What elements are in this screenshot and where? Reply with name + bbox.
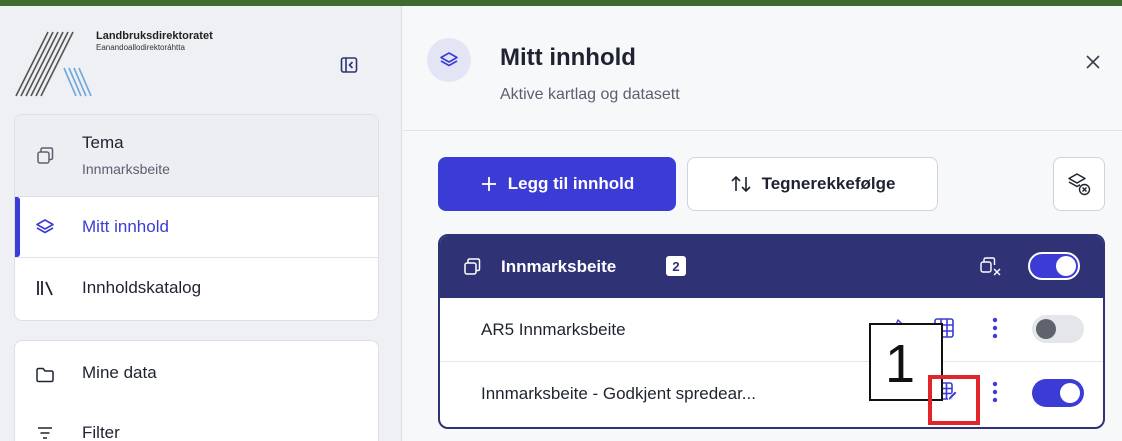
annotation-highlight — [928, 375, 980, 425]
draw-order-button[interactable]: Tegnerekkefølge — [687, 157, 938, 211]
sidebar-item-label: Mitt innhold — [82, 217, 169, 236]
more-options-button[interactable] — [983, 380, 1007, 404]
more-options-button[interactable] — [983, 316, 1007, 340]
sidebar-collapse-icon — [340, 57, 358, 73]
logo-subtitle: Eanandoallodirektoráhtta — [96, 43, 185, 52]
data-card: Mine data Filter — [14, 340, 379, 441]
sidebar: Landbruksdirektoratet Eanandoallodirekto… — [0, 6, 402, 441]
sidebar-item-mitt-innhold[interactable]: Mitt innhold — [15, 197, 378, 257]
theme-label: Tema — [82, 133, 124, 152]
clear-layers-button[interactable] — [1053, 157, 1105, 211]
theme-icon — [35, 145, 55, 165]
layer-group: Innmarksbeite 2 AR5 Innmarksbeite Innmar… — [438, 234, 1105, 429]
content-panel: Mitt innhold Aktive kartlag og datasett … — [403, 6, 1122, 441]
layers-icon — [427, 38, 471, 82]
app-window: Landbruksdirektoratet Eanandoallodirekto… — [0, 6, 1122, 441]
kebab-menu-icon — [992, 381, 998, 403]
filter-icon — [35, 423, 55, 441]
layers-clear-icon — [1068, 173, 1091, 196]
close-button[interactable] — [1081, 50, 1105, 74]
sidebar-item-mine-data[interactable]: Mine data — [15, 341, 378, 401]
sidebar-item-label: Innholdskatalog — [82, 278, 202, 297]
logo: Landbruksdirektoratet Eanandoallodirekto… — [14, 28, 264, 100]
layer-group-title: Innmarksbeite — [501, 257, 617, 276]
add-content-button[interactable]: Legg til innhold — [438, 157, 676, 211]
panel-header: Mitt innhold Aktive kartlag og datasett — [403, 6, 1122, 131]
theme-icon — [462, 256, 482, 276]
layers-icon — [35, 217, 55, 237]
layer-group-header: Innmarksbeite 2 — [440, 236, 1103, 298]
layer-row: Innmarksbeite - Godkjent spredear... — [440, 361, 1103, 423]
sidebar-item-filter[interactable]: Filter — [15, 401, 378, 441]
close-icon — [1086, 55, 1100, 69]
logo-title: Landbruksdirektoratet — [96, 30, 213, 42]
layer-count-badge: 2 — [666, 256, 686, 276]
draw-order-label: Tegnerekkefølge — [761, 174, 896, 193]
layer-visibility-toggle[interactable] — [1032, 315, 1084, 343]
logo-mark-icon — [15, 31, 92, 97]
sort-arrows-icon — [731, 175, 751, 193]
toggle-knob — [1056, 256, 1076, 276]
sidebar-item-innholdskatalog[interactable]: Innholdskatalog — [15, 257, 378, 317]
panel-title: Mitt innhold — [500, 44, 636, 71]
plus-icon — [481, 177, 496, 191]
toggle-knob — [1060, 383, 1080, 403]
layer-name: Innmarksbeite - Godkjent spredear... — [481, 384, 756, 403]
active-indicator — [15, 197, 20, 257]
remove-group-button[interactable] — [978, 254, 1002, 278]
add-content-label: Legg til innhold — [507, 174, 635, 193]
annotation-number: 1 — [885, 334, 916, 394]
group-visibility-toggle[interactable] — [1028, 252, 1080, 280]
layer-name: AR5 Innmarksbeite — [481, 320, 626, 339]
layer-visibility-toggle[interactable] — [1032, 379, 1084, 407]
toggle-knob — [1036, 319, 1056, 339]
theme-selector[interactable]: Tema Innmarksbeite — [15, 115, 378, 197]
kebab-menu-icon — [992, 317, 998, 339]
panel-subtitle: Aktive kartlag og datasett — [500, 86, 680, 103]
folder-icon — [35, 365, 55, 385]
sidebar-item-label: Mine data — [82, 363, 157, 382]
collapse-sidebar-button[interactable] — [338, 54, 360, 76]
sidebar-item-label: Filter — [82, 423, 120, 441]
theme-value: Innmarksbeite — [82, 161, 170, 177]
layer-row: AR5 Innmarksbeite — [440, 298, 1103, 360]
remove-theme-icon — [980, 257, 1001, 276]
nav-card: Tema Innmarksbeite Mitt innhold Innholds… — [14, 114, 379, 321]
library-icon — [35, 278, 55, 298]
